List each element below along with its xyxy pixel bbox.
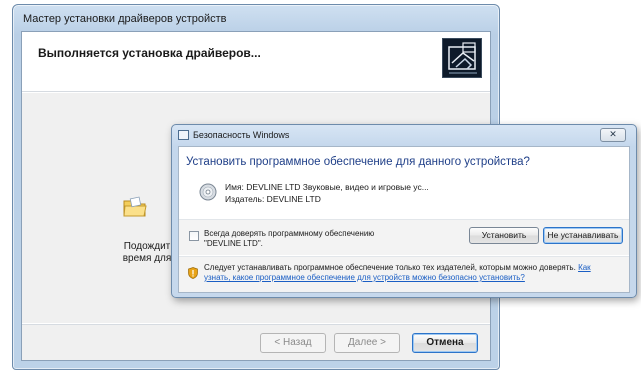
wizard-wait-text: Подождит время для: [116, 241, 178, 271]
wizard-title: Мастер установки драйверов устройств: [23, 13, 227, 25]
wizard-wait-line-2: время для: [122, 253, 172, 264]
install-button[interactable]: Установить: [469, 227, 539, 244]
wizard-header: Выполняется установка драйверов...: [22, 32, 490, 92]
folder-icon: [122, 195, 148, 219]
security-note-line-2: узнать, какое программное обеспечение дл…: [204, 273, 624, 283]
windows-security-dialog: Безопасность Windows ✕ Установить програ…: [171, 124, 637, 298]
wizard-wait-line-1: Подождит: [123, 241, 171, 252]
device-publisher: Издатель: DEVLINE LTD: [225, 194, 321, 204]
security-dialog-title: Безопасность Windows: [193, 130, 290, 140]
security-note-line-1: Следует устанавливать программное обеспе…: [204, 263, 624, 273]
help-link[interactable]: узнать, какое программное обеспечение дл…: [204, 273, 525, 282]
screen: Мастер установки драйверов устройств Вып…: [0, 0, 641, 375]
shield-warning-icon: [188, 264, 198, 279]
close-button[interactable]: ✕: [600, 128, 626, 142]
wizard-footer: < Назад Далее > Отмена: [22, 324, 490, 360]
always-trust-label-line-2: "DEVLINE LTD".: [204, 239, 263, 248]
security-actions: Всегда доверять программному обеспечению…: [179, 220, 629, 255]
wizard-heading: Выполняется установка драйверов...: [38, 46, 261, 60]
device-install-icon: [442, 38, 482, 78]
disc-icon: [199, 183, 217, 201]
always-trust-label[interactable]: Всегда доверять программному обеспечению…: [204, 229, 454, 251]
next-button[interactable]: Далее >: [334, 333, 400, 353]
window-icon: [178, 130, 189, 140]
device-name: Имя: DEVLINE LTD Звуковые, видео и игров…: [225, 182, 429, 192]
install-question: Установить программное обеспечение для д…: [186, 156, 530, 168]
help-link-start[interactable]: Как: [578, 263, 591, 272]
dont-install-button[interactable]: Не устанавливать: [543, 227, 623, 244]
always-trust-label-line-1: Всегда доверять программному обеспечению: [204, 229, 375, 238]
security-note-text: Следует устанавливать программное обеспе…: [204, 263, 576, 272]
security-note-area: Следует устанавливать программное обеспе…: [179, 256, 629, 292]
security-note: Следует устанавливать программное обеспе…: [204, 263, 624, 287]
security-dialog-client: Установить программное обеспечение для д…: [178, 146, 630, 293]
back-button[interactable]: < Назад: [260, 333, 326, 353]
always-trust-checkbox[interactable]: [189, 231, 199, 241]
cancel-button[interactable]: Отмена: [412, 333, 478, 353]
